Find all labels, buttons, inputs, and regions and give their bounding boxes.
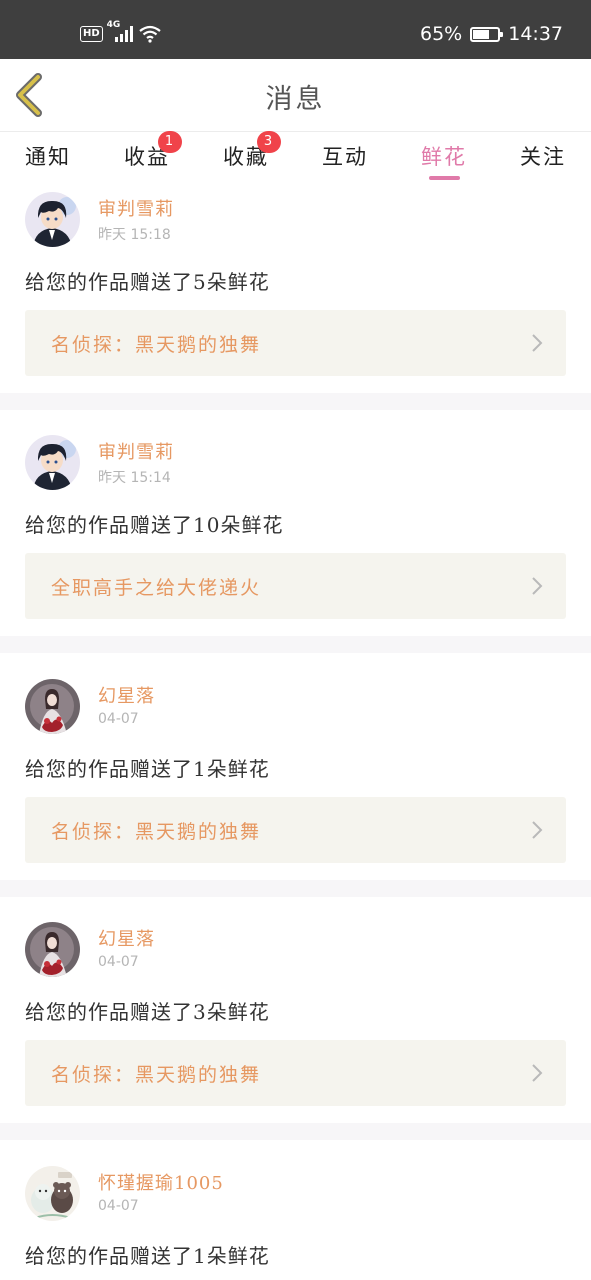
red-dress-avatar-icon [25,679,80,734]
sender-name[interactable]: 审判雪莉 [98,195,174,221]
status-left: HD 4G [80,20,161,44]
message-text: 给您的作品赠送了5朵鲜花 [25,270,270,294]
wifi-icon [138,25,161,43]
tab-interactions[interactable]: 互动 [310,141,380,171]
page-title: 消息 [265,84,326,115]
tab-label: 鲜花 [421,145,467,169]
timestamp-clock: 15:14 [130,470,171,486]
message-text: 给您的作品赠送了3朵鲜花 [25,1000,270,1024]
battery-percent: 65% [420,23,463,45]
hd-icon: HD [80,26,103,42]
clock: 14:37 [508,23,563,45]
chevron-right-icon [532,1064,543,1082]
timestamp-day: 04-07 [98,954,139,970]
chevron-right-icon [532,821,543,839]
sender-name[interactable]: 怀瑾握瑜1005 [98,1169,224,1195]
red-dress-avatar-icon [25,922,80,977]
avatar[interactable] [25,435,80,490]
sender-name[interactable]: 幻星落 [98,925,155,951]
section-divider [0,880,591,897]
section-divider [0,636,591,653]
message-text: 给您的作品赠送了10朵鲜花 [25,513,284,537]
active-tab-indicator [429,176,460,180]
timestamp-day: 04-07 [98,1198,139,1214]
tab-following[interactable]: 关注 [508,141,578,171]
message-card: 审判雪莉 昨天 15:14 给您的作品赠送了10朵鲜花 全职高手之给大佬递火 [0,427,591,636]
message-text: 给您的作品赠送了1朵鲜花 [25,1244,270,1268]
chevron-right-icon [532,334,543,352]
unread-badge: 3 [257,131,281,153]
tab-bar: 通知 收益 1 收藏 3 互动 鲜花 关注 [0,131,591,184]
section-divider [0,393,591,410]
work-link[interactable]: 名侦探：黑天鹅的独舞 [25,310,566,376]
work-title: 名侦探：黑天鹅的独舞 [51,1064,262,1086]
tab-label: 通知 [25,145,71,169]
avatar[interactable] [25,679,80,734]
anime-boy-avatar-icon [25,192,80,247]
avatar[interactable] [25,1166,80,1221]
timestamp: 昨天 15:14 [98,467,171,487]
tab-notifications[interactable]: 通知 [13,141,83,171]
cartoon-animals-avatar-icon [25,1166,80,1221]
timestamp-day: 昨天 [98,227,126,243]
timestamp: 04-07 [98,954,139,970]
anime-boy-avatar-icon [25,435,80,490]
status-right: 65% 14:37 [420,23,563,45]
tab-earnings[interactable]: 收益 1 [112,131,182,171]
tab-flowers[interactable]: 鲜花 [409,141,479,171]
work-title: 名侦探：黑天鹅的独舞 [51,334,262,356]
work-link[interactable]: 名侦探：黑天鹅的独舞 [25,797,566,863]
timestamp-day: 04-07 [98,711,139,727]
section-divider [0,1123,591,1140]
avatar[interactable] [25,922,80,977]
work-link[interactable]: 全职高手之给大佬递火 [25,553,566,619]
tab-label: 互动 [322,145,368,169]
avatar[interactable] [25,192,80,247]
timestamp: 04-07 [98,711,139,727]
tab-label: 关注 [520,145,566,169]
battery-level [473,29,490,39]
timestamp-clock: 15:18 [130,227,171,243]
work-title: 全职高手之给大佬递火 [51,577,262,599]
timestamp: 04-07 [98,1198,139,1214]
timestamp-day: 昨天 [98,470,126,486]
work-title: 名侦探：黑天鹅的独舞 [51,821,262,843]
message-card: 怀瑾握瑜1005 04-07 给您的作品赠送了1朵鲜花 [0,1158,591,1280]
message-card: 幻星落 04-07 给您的作品赠送了3朵鲜花 名侦探：黑天鹅的独舞 [0,914,591,1123]
work-link[interactable]: 名侦探：黑天鹅的独舞 [25,1040,566,1106]
sender-name[interactable]: 审判雪莉 [98,438,174,464]
battery-icon [470,26,504,42]
timestamp: 昨天 15:18 [98,224,171,244]
sender-name[interactable]: 幻星落 [98,682,155,708]
signal-icon: 4G [107,20,135,44]
header-bar: 消息 [0,59,591,132]
message-text: 给您的作品赠送了1朵鲜花 [25,757,270,781]
status-bar: HD 4G 65% 14:37 [0,0,591,59]
tab-favorites[interactable]: 收藏 3 [211,131,281,171]
chevron-right-icon [532,577,543,595]
unread-badge: 1 [158,131,182,153]
message-card: 审判雪莉 昨天 15:18 给您的作品赠送了5朵鲜花 名侦探：黑天鹅的独舞 [0,184,591,393]
message-card: 幻星落 04-07 给您的作品赠送了1朵鲜花 名侦探：黑天鹅的独舞 [0,671,591,880]
